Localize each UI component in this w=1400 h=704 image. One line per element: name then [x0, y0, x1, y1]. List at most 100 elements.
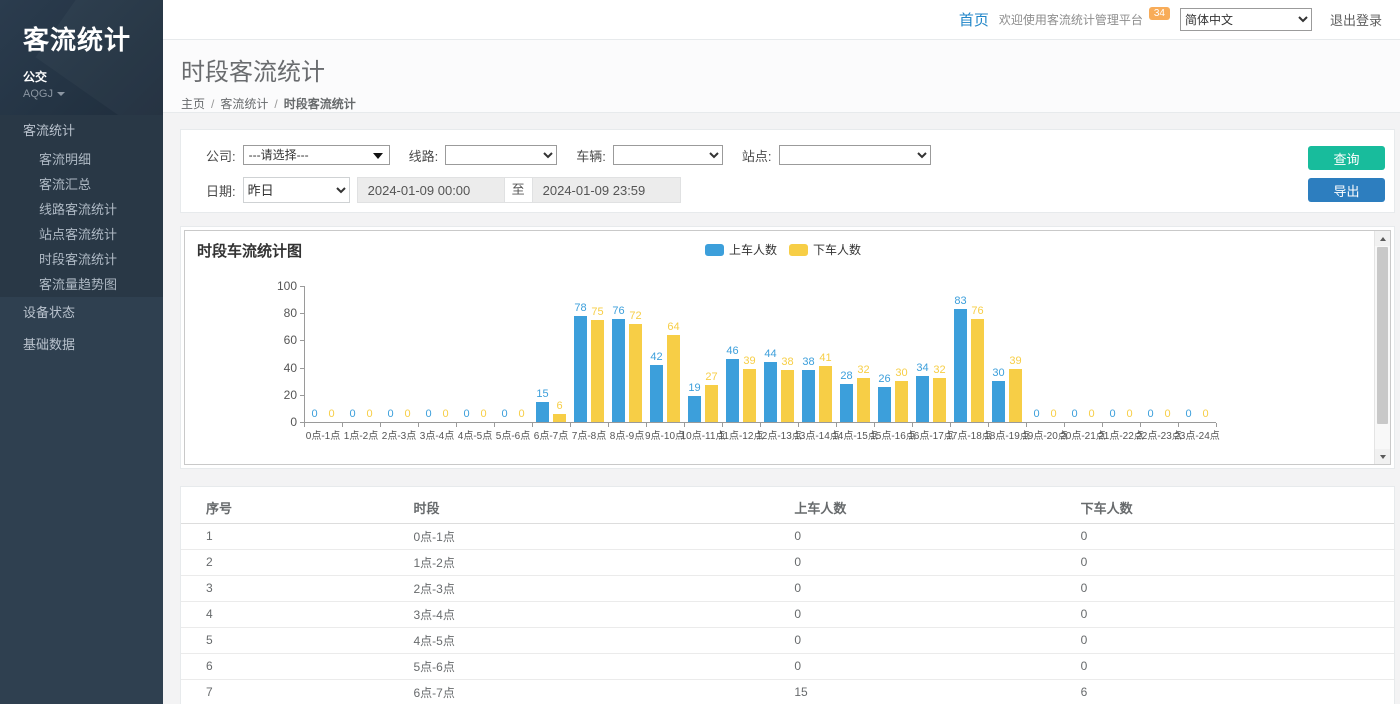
date-to-input[interactable] [533, 177, 681, 203]
table-header-cell: 序号 [181, 493, 411, 523]
bar-boarding: 83 [954, 309, 967, 422]
table-card: 序号时段上车人数下车人数 10点-1点0021点-2点0032点-3点0043点… [180, 486, 1395, 704]
bar-value-label: 0 [404, 408, 410, 420]
bar-alighting: 76 [971, 319, 984, 422]
bars-area: 0000000000001567875767242641927463944383… [304, 286, 1216, 422]
table-row[interactable]: 21点-2点00 [181, 549, 1394, 575]
sidebar-item[interactable]: 客流明细 [0, 147, 163, 172]
stats-table: 序号时段上车人数下车人数 10点-1点0021点-2点0032点-3点0043点… [181, 493, 1394, 704]
bar-value-label: 0 [328, 408, 334, 420]
chart-container: 时段车流统计图 上车人数下车人数 02040608010000000000000… [184, 230, 1391, 465]
table-cell: 0 [1079, 575, 1394, 601]
chart-category: 00 [380, 286, 418, 422]
sidebar-section-1[interactable]: 设备状态 [0, 297, 163, 329]
table-row[interactable]: 32点-3点00 [181, 575, 1394, 601]
station-label: 站点: [742, 146, 772, 165]
date-preset-select[interactable]: 昨日 [243, 177, 350, 203]
scrollbar-thumb[interactable] [1377, 247, 1388, 424]
x-axis-label: 20点-21点 [1064, 427, 1102, 442]
bar-value-label: 0 [1202, 408, 1208, 420]
table-row[interactable]: 76点-7点156 [181, 679, 1394, 704]
legend-item[interactable]: 下车人数 [789, 241, 861, 258]
station-select[interactable] [779, 145, 931, 165]
bar-value-label: 83 [954, 295, 966, 307]
bar-boarding: 34 [916, 376, 929, 422]
bar-alighting: 32 [857, 378, 870, 422]
line-select[interactable] [445, 145, 557, 165]
bar-value-label: 0 [480, 408, 486, 420]
bar-boarding: 28 [840, 384, 853, 422]
bar-value-label: 46 [726, 345, 738, 357]
bar-value-label: 0 [1088, 408, 1094, 420]
sidebar-item[interactable]: 客流量趋势图 [0, 272, 163, 297]
filter-row-1: 公司: ---请选择--- 线路: 车辆: [181, 144, 1394, 166]
legend-swatch [789, 244, 808, 256]
chart-category: 00 [1026, 286, 1064, 422]
table-cell: 4点-5点 [411, 627, 792, 653]
sidebar-item[interactable]: 站点客流统计 [0, 222, 163, 247]
sidebar-section-2[interactable]: 基础数据 [0, 329, 163, 361]
language-select[interactable]: 简体中文 [1180, 8, 1312, 31]
main-area: 首页 欢迎使用客流统计管理平台 34 简体中文 退出登录 时段客流统计 主页/客… [163, 0, 1400, 704]
filter-row-2: 日期: 昨日 至 [181, 177, 1394, 203]
bar-value-label: 38 [781, 356, 793, 368]
bar-value-label: 39 [743, 355, 755, 367]
bar-value-label: 0 [1071, 408, 1077, 420]
sidebar-section-0[interactable]: 客流统计 [0, 115, 163, 147]
table-cell: 1 [181, 523, 411, 549]
x-axis-label: 17点-18点 [950, 427, 988, 442]
table-cell: 0点-1点 [411, 523, 792, 549]
table-header-cell: 下车人数 [1079, 493, 1394, 523]
home-link[interactable]: 首页 [959, 9, 989, 30]
table-row[interactable]: 54点-5点00 [181, 627, 1394, 653]
bar-value-label: 28 [840, 370, 852, 382]
breadcrumb-item[interactable]: 客流统计 [220, 97, 268, 111]
date-from-input[interactable] [357, 177, 505, 203]
table-cell: 1点-2点 [411, 549, 792, 575]
table-row[interactable]: 43点-4点00 [181, 601, 1394, 627]
export-button[interactable]: 导出 [1308, 178, 1385, 202]
vehicle-label: 车辆: [576, 146, 606, 165]
filter-panel: 公司: ---请选择--- 线路: 车辆: [180, 129, 1395, 213]
sidebar-item[interactable]: 时段客流统计 [0, 247, 163, 272]
org-code-dropdown[interactable]: AQGJ [23, 88, 163, 100]
sidebar-item[interactable]: 客流汇总 [0, 172, 163, 197]
vehicle-select[interactable] [613, 145, 723, 165]
company-select[interactable]: ---请选择--- [243, 145, 390, 165]
legend-item[interactable]: 上车人数 [705, 241, 777, 258]
chart-vertical-scrollbar[interactable] [1374, 231, 1390, 464]
chevron-down-icon [57, 92, 65, 96]
bar-value-label: 0 [463, 408, 469, 420]
sidebar-item[interactable]: 线路客流统计 [0, 197, 163, 222]
y-axis-label: 60 [284, 333, 297, 347]
chart-plot: 0204060801000000000000001567875767242641… [304, 286, 1216, 422]
scroll-up-button[interactable] [1375, 231, 1390, 246]
scroll-down-button[interactable] [1375, 449, 1390, 464]
chart-legend: 上车人数下车人数 [705, 241, 861, 258]
chart-category: 46 39 [722, 286, 760, 422]
bar-value-label: 0 [1126, 408, 1132, 420]
bar-value-label: 32 [857, 364, 869, 376]
page-heading: 时段客流统计 主页/客流统计/时段客流统计 [163, 40, 1400, 113]
query-button[interactable]: 查询 [1308, 146, 1385, 170]
bar-value-label: 0 [425, 408, 431, 420]
breadcrumb: 主页/客流统计/时段客流统计 [181, 95, 1400, 112]
breadcrumb-item[interactable]: 主页 [181, 97, 205, 111]
chart-category: 00 [494, 286, 532, 422]
logout-link[interactable]: 退出登录 [1330, 10, 1382, 29]
org-name: 公交 [23, 68, 163, 85]
chart-category: 00 [304, 286, 342, 422]
bar-alighting: 72 [629, 324, 642, 422]
chart-category: 8376 [950, 286, 988, 422]
table-cell: 4 [181, 601, 411, 627]
table-row[interactable]: 10点-1点00 [181, 523, 1394, 549]
bar-boarding: 30 [992, 381, 1005, 422]
x-axis-label: 23点-24点 [1178, 427, 1216, 442]
chart-card: 时段车流统计图 上车人数下车人数 02040608010000000000000… [180, 226, 1395, 469]
topbar: 首页 欢迎使用客流统计管理平台 34 简体中文 退出登录 [163, 0, 1400, 40]
bar-alighting: 39 [743, 369, 756, 422]
table-header-cell: 上车人数 [792, 493, 1078, 523]
table-row[interactable]: 65点-6点00 [181, 653, 1394, 679]
notification-badge[interactable]: 34 [1149, 7, 1170, 20]
scroll-down-icon [1380, 455, 1386, 459]
